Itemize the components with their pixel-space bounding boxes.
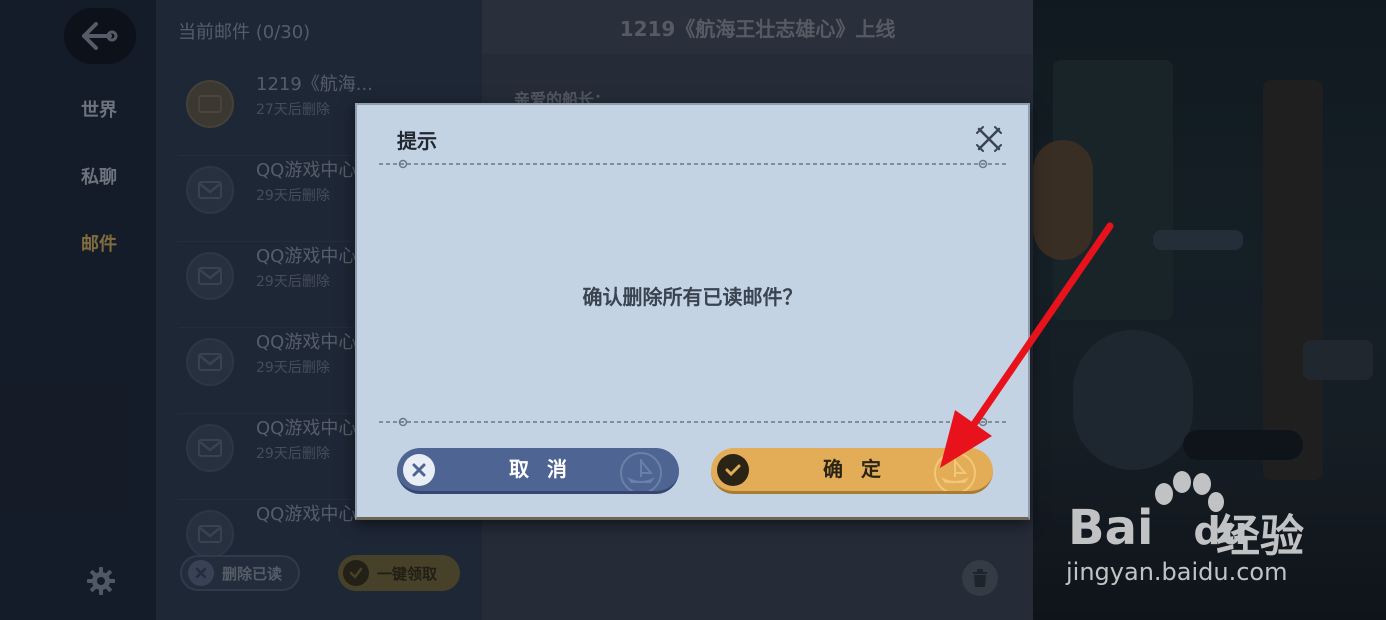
cancel-label: 取消 bbox=[509, 457, 585, 481]
rope-divider-top bbox=[379, 159, 1009, 169]
confirm-button[interactable]: 确定 bbox=[711, 448, 993, 494]
confirm-label: 确定 bbox=[823, 457, 899, 481]
dialog-message: 确认删除所有已读邮件？ bbox=[582, 285, 803, 309]
cancel-button[interactable]: 取消 bbox=[397, 448, 679, 494]
crossed-swords-close-icon[interactable] bbox=[975, 125, 1003, 153]
dialog-title: 提示 bbox=[397, 129, 437, 153]
rope-divider-bottom bbox=[379, 417, 1009, 427]
confirm-dialog: 提示 确认删除所有已读邮件？ 取消 确定 bbox=[355, 103, 1030, 520]
